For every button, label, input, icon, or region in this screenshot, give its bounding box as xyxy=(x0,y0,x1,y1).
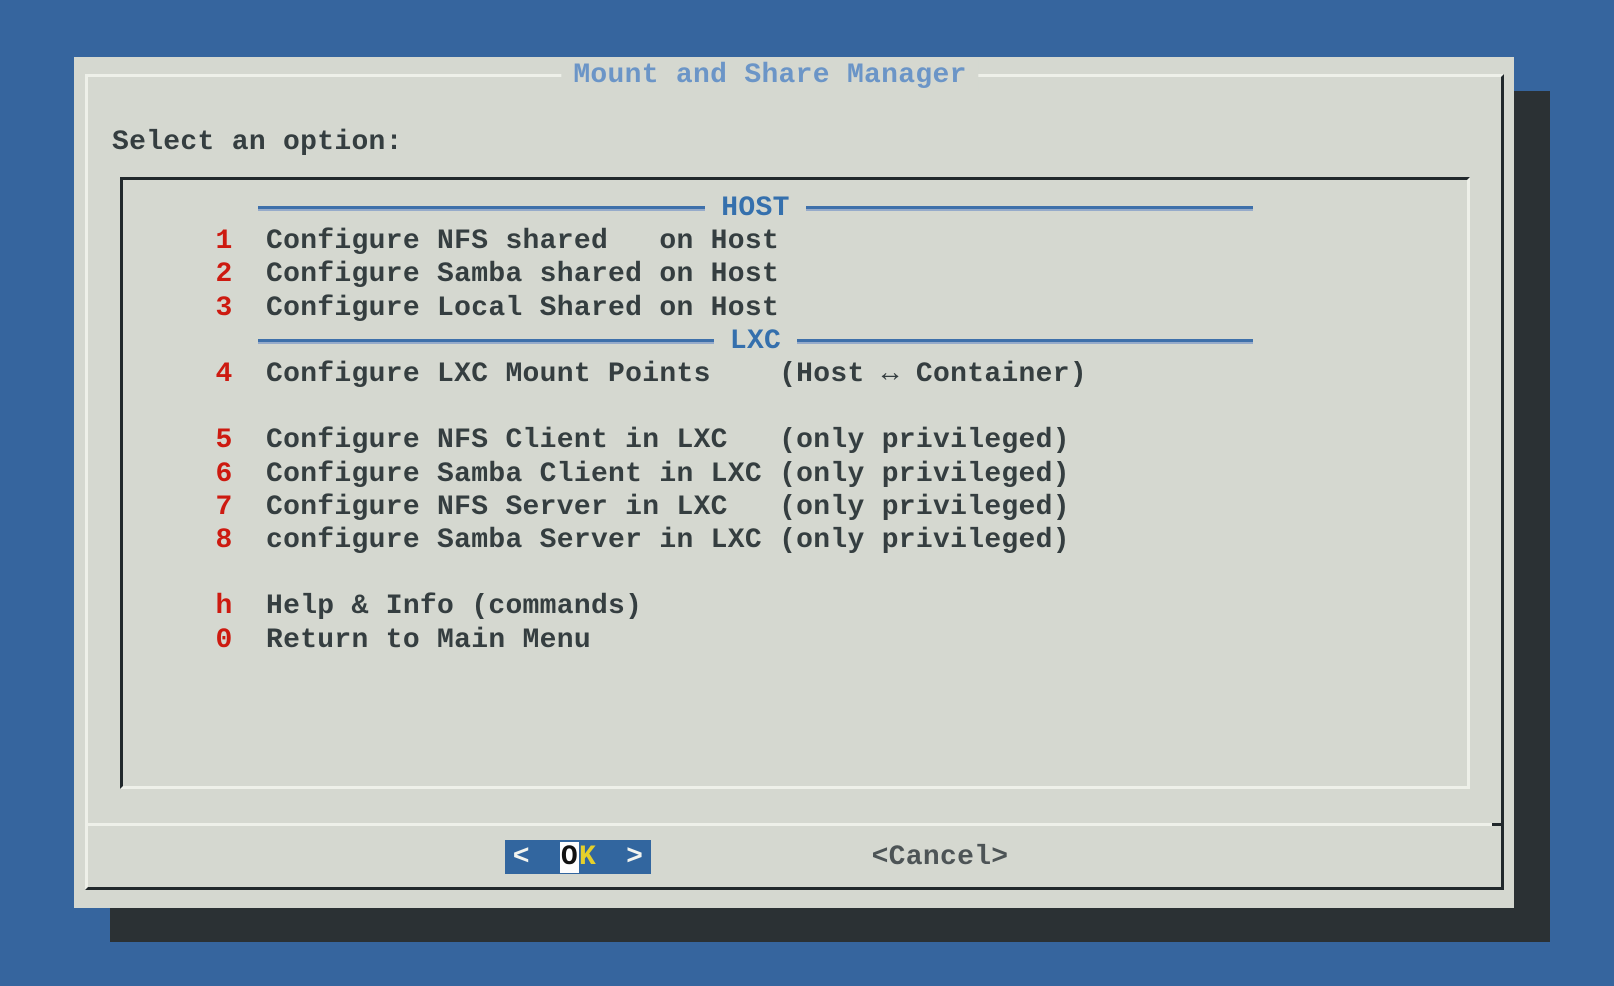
menu-prompt: Select an option: xyxy=(112,128,403,158)
menu-item[interactable]: 8 configure Samba Server in LXC (only pr… xyxy=(123,524,1467,557)
menu-item-label: Configure NFS shared on Host xyxy=(266,226,779,257)
menu-item-key: 8 xyxy=(215,525,233,556)
menu-item-label: Configure Local Shared on Host xyxy=(266,293,779,324)
menu-item-key: 6 xyxy=(215,459,233,490)
separator-end-tick xyxy=(1492,823,1504,826)
cancel-button[interactable]: <Cancel> xyxy=(867,840,1013,874)
menu-item-label: Configure LXC Mount Points (Host ↔ Conta… xyxy=(266,359,1087,390)
menu-item-key: 4 xyxy=(215,359,233,390)
menu-item-key: 5 xyxy=(215,425,233,456)
menu-item-label: Configure NFS Client in LXC (only privil… xyxy=(266,425,1070,456)
menu-item[interactable]: 7 Configure NFS Server in LXC (only priv… xyxy=(123,491,1467,524)
ok-button[interactable]: < OK > xyxy=(505,840,651,874)
section-label: HOST xyxy=(721,193,789,224)
menu-item-key: 0 xyxy=(215,625,233,656)
menu-item[interactable]: 2 Configure Samba shared on Host xyxy=(123,258,1467,291)
button-area-separator xyxy=(85,823,1504,826)
ok-close-bracket: > xyxy=(626,842,643,873)
menu-item-label: Configure NFS Server in LXC (only privil… xyxy=(266,492,1070,523)
terminal-screen: { "window": { "title": "Mount and Share … xyxy=(0,0,1614,986)
ok-label-rest: K xyxy=(579,842,596,873)
dialog-window: Mount and Share Manager Select an option… xyxy=(74,57,1514,908)
dialog-title: Mount and Share Manager xyxy=(561,60,978,92)
separator-line-right xyxy=(797,339,1253,344)
menu-item-key: 3 xyxy=(215,293,233,324)
menu-item[interactable]: 1 Configure NFS shared on Host xyxy=(123,225,1467,258)
menu-blank-row xyxy=(123,391,1467,424)
menu-item-key: h xyxy=(215,591,233,622)
menu-item-label: Help & Info (commands) xyxy=(266,591,642,622)
menu-item[interactable]: 5 Configure NFS Client in LXC (only priv… xyxy=(123,424,1467,457)
menu-item[interactable]: 4 Configure LXC Mount Points (Host ↔ Con… xyxy=(123,358,1467,391)
menu-item-label: Configure Samba shared on Host xyxy=(266,259,779,290)
menu-item-key: 7 xyxy=(215,492,233,523)
menu-item-label: Return to Main Menu xyxy=(266,625,591,656)
section-label: LXC xyxy=(730,326,781,357)
menu-item-label: configure Samba Server in LXC (only priv… xyxy=(266,525,1070,556)
menu-item-key: 2 xyxy=(215,259,233,290)
menu-item[interactable]: 0 Return to Main Menu xyxy=(123,623,1467,656)
menu-item[interactable]: 6 Configure Samba Client in LXC (only pr… xyxy=(123,458,1467,491)
separator-line-left xyxy=(258,206,705,211)
separator-line-right xyxy=(806,206,1253,211)
menu-blank-row xyxy=(123,557,1467,590)
menu-item[interactable]: 3 Configure Local Shared on Host xyxy=(123,292,1467,325)
menu-section-separator: HOST xyxy=(258,192,1253,225)
menu-item-label: Configure Samba Client in LXC (only priv… xyxy=(266,459,1070,490)
menu-list: HOST 1 Configure NFS shared on Host 2 Co… xyxy=(120,177,1470,789)
ok-open-bracket: < xyxy=(513,842,530,873)
ok-cursor-char: O xyxy=(560,842,579,873)
menu-section-separator: LXC xyxy=(258,325,1253,358)
menu-item[interactable]: h Help & Info (commands) xyxy=(123,590,1467,623)
menu-item-key: 1 xyxy=(215,226,233,257)
separator-line-left xyxy=(258,339,714,344)
